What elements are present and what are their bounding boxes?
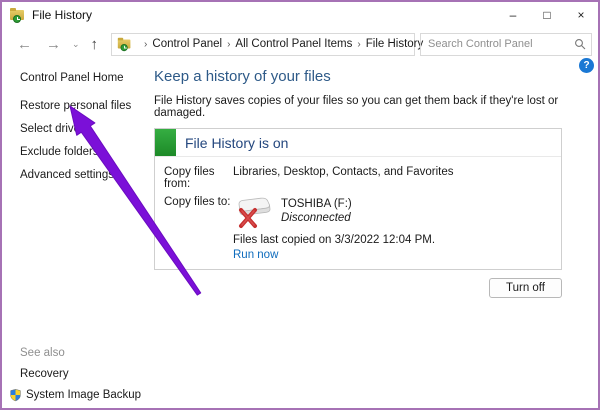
- minimize-button[interactable]: –: [496, 2, 530, 28]
- page-title: Keep a history of your files: [154, 68, 562, 85]
- main-panel: Keep a history of your files File Histor…: [154, 60, 598, 408]
- drive-status: Disconnected: [281, 212, 352, 224]
- sidebar: Control Panel Home Restore personal file…: [2, 60, 154, 408]
- up-button[interactable]: ↑: [84, 36, 106, 53]
- external-drive-disconnected-icon: [233, 196, 273, 230]
- search-input[interactable]: [428, 38, 574, 50]
- maximize-button[interactable]: □: [530, 2, 564, 28]
- help-icon[interactable]: ?: [579, 58, 594, 73]
- recent-pages-chevron-icon[interactable]: ⌄: [68, 39, 84, 50]
- titlebar: File History – □ ×: [2, 2, 598, 28]
- sidebar-see-also-group: See also Recovery System Image Backup: [2, 347, 154, 402]
- sidebar-item-select-drive[interactable]: Select drive: [20, 123, 154, 135]
- breadcrumb-control-panel[interactable]: Control Panel: [152, 38, 222, 50]
- file-history-icon: [118, 38, 132, 51]
- file-history-window: File History – □ × ← → ⌄ ↑ › Control Pan…: [0, 0, 600, 410]
- search-icon: [574, 38, 586, 50]
- search-box[interactable]: [420, 33, 592, 56]
- breadcrumb-separator: ›: [144, 39, 147, 50]
- window-controls: – □ ×: [496, 2, 598, 28]
- forward-button[interactable]: →: [39, 36, 68, 53]
- sidebar-item-label: System Image Backup: [26, 389, 141, 401]
- see-also-label: See also: [20, 347, 154, 359]
- window-content: Control Panel Home Restore personal file…: [2, 60, 598, 408]
- status-header: File History is on: [155, 129, 561, 157]
- uac-shield-icon: [9, 388, 22, 402]
- close-button[interactable]: ×: [564, 2, 598, 28]
- sidebar-item-restore-personal-files[interactable]: Restore personal files: [20, 100, 154, 112]
- breadcrumb-all-items[interactable]: All Control Panel Items: [235, 38, 352, 50]
- breadcrumb-file-history[interactable]: File History: [366, 38, 424, 50]
- breadcrumb[interactable]: › Control Panel › All Control Panel Item…: [111, 33, 415, 56]
- page-description: File History saves copies of your files …: [154, 95, 562, 119]
- run-now-link[interactable]: Run now: [233, 249, 278, 261]
- last-copied-text: Files last copied on 3/3/2022 12:04 PM.: [233, 234, 551, 246]
- copy-from-label: Copy files from:: [164, 166, 233, 190]
- file-history-icon: [10, 8, 26, 22]
- sidebar-item-system-image-backup[interactable]: System Image Backup: [9, 388, 154, 402]
- window-title: File History: [32, 8, 92, 22]
- turn-off-button[interactable]: Turn off: [489, 278, 562, 298]
- sidebar-item-control-panel-home[interactable]: Control Panel Home: [20, 72, 154, 84]
- navigation-toolbar: ← → ⌄ ↑ › Control Panel › All Control Pa…: [2, 28, 598, 60]
- breadcrumb-separator: ›: [357, 39, 360, 50]
- sidebar-item-exclude-folders[interactable]: Exclude folders: [20, 146, 154, 158]
- copy-to-label: Copy files to:: [164, 196, 233, 230]
- status-title: File History is on: [176, 129, 288, 156]
- status-body: Copy files from: Libraries, Desktop, Con…: [155, 157, 561, 269]
- sidebar-item-recovery[interactable]: Recovery: [20, 368, 154, 380]
- back-button[interactable]: ←: [10, 36, 39, 53]
- sidebar-item-advanced-settings[interactable]: Advanced settings: [20, 169, 154, 181]
- copy-from-value: Libraries, Desktop, Contacts, and Favori…: [233, 166, 454, 190]
- file-history-status-panel: File History is on Copy files from: Libr…: [154, 128, 562, 270]
- breadcrumb-separator: ›: [227, 39, 230, 50]
- drive-name: TOSHIBA (F:): [281, 198, 352, 210]
- status-on-indicator: [155, 129, 176, 156]
- drive-block: TOSHIBA (F:) Disconnected: [233, 196, 352, 230]
